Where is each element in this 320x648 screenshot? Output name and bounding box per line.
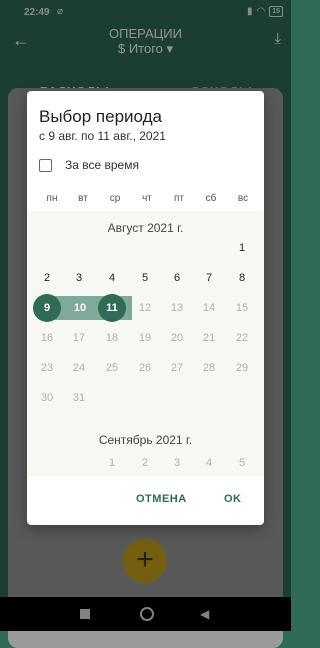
ok-button[interactable]: OK — [224, 493, 242, 505]
dialog-title: Выбор периода — [39, 107, 162, 126]
weekday-label: пн — [46, 193, 58, 204]
calendar-day: 31 — [72, 392, 86, 404]
calendar-day: 19 — [138, 332, 152, 344]
calendar-day: 27 — [170, 362, 184, 374]
calendar-day[interactable]: 7 — [194, 268, 224, 288]
range-end-day[interactable]: 11 — [98, 294, 126, 322]
calendar-day: 13 — [170, 302, 184, 314]
calendar-day[interactable]: 3 — [64, 268, 94, 288]
weekday-label: чт — [142, 193, 152, 204]
calendar-day[interactable]: 8 — [227, 268, 257, 288]
weekday-header: пн вт ср чт пт сб вс — [27, 193, 264, 207]
calendar-day: 1 — [108, 457, 116, 469]
cancel-button[interactable]: ОТМЕНА — [136, 493, 187, 505]
month-title-august: Август 2021 г. — [107, 221, 184, 235]
period-picker-dialog: Выбор периода с 9 авг. по 11 авг., 2021 … — [27, 91, 264, 525]
calendar-day: 29 — [235, 362, 249, 374]
calendar-day: 16 — [40, 332, 54, 344]
weekday-label: ср — [109, 193, 121, 204]
all-time-checkbox[interactable] — [39, 159, 52, 172]
calendar-day: 17 — [72, 332, 86, 344]
calendar: Август 2021 г. 1 2 3 4 5 6 7 8 9 10 11 1… — [27, 211, 264, 476]
calendar-day: 5 — [238, 457, 246, 469]
calendar-day: 4 — [205, 457, 213, 469]
month-title-september: Сентябрь 2021 г. — [98, 433, 193, 447]
dialog-actions: ОТМЕНА OK — [27, 489, 264, 513]
calendar-day: 3 — [173, 457, 181, 469]
range-middle-day[interactable]: 10 — [65, 298, 95, 318]
weekday-label: вт — [78, 193, 88, 204]
all-time-label[interactable]: За все время — [65, 158, 139, 172]
calendar-day[interactable]: 6 — [162, 268, 192, 288]
calendar-day: 20 — [170, 332, 184, 344]
calendar-day: 12 — [138, 302, 152, 314]
calendar-day: 15 — [235, 302, 249, 314]
calendar-day: 28 — [202, 362, 216, 374]
calendar-day: 24 — [72, 362, 86, 374]
weekday-label: пт — [174, 193, 184, 204]
calendar-day: 14 — [202, 302, 216, 314]
calendar-day: 23 — [40, 362, 54, 374]
calendar-day[interactable]: 4 — [97, 268, 127, 288]
calendar-day[interactable]: 5 — [130, 268, 160, 288]
calendar-day: 30 — [40, 392, 54, 404]
calendar-day: 26 — [138, 362, 152, 374]
calendar-day[interactable]: 2 — [32, 268, 62, 288]
weekday-label: вс — [237, 193, 249, 204]
calendar-day: 2 — [141, 457, 149, 469]
selected-range: с 9 авг. по 11 авг., 2021 — [39, 129, 166, 143]
weekday-label: сб — [205, 193, 217, 204]
range-start-day[interactable]: 9 — [33, 294, 61, 322]
calendar-day: 25 — [105, 362, 119, 374]
calendar-day: 18 — [105, 332, 119, 344]
calendar-day[interactable]: 1 — [227, 238, 257, 258]
calendar-day: 22 — [235, 332, 249, 344]
calendar-day: 21 — [202, 332, 216, 344]
